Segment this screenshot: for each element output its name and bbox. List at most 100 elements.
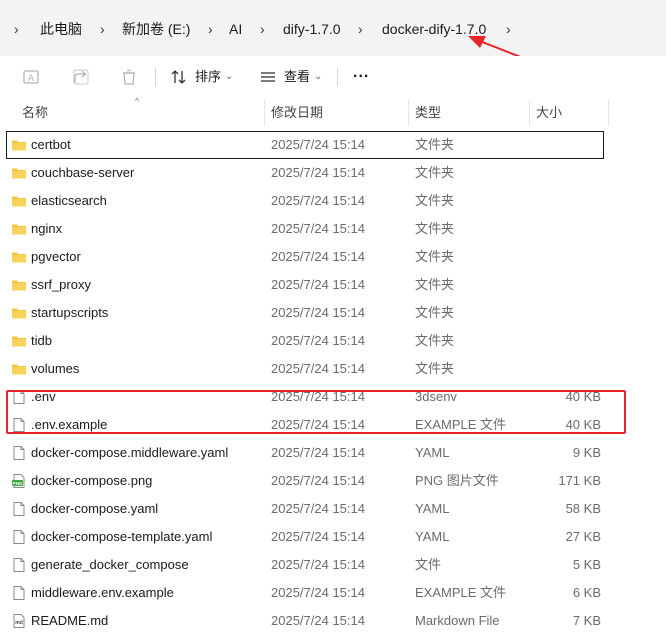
- folder-icon: [11, 305, 27, 321]
- file-row[interactable]: startupscripts 2025/7/24 15:14 文件夹: [0, 299, 610, 327]
- file-row[interactable]: md README.md 2025/7/24 15:14 Markdown File 7…: [0, 607, 610, 635]
- file-row[interactable]: docker-compose-template.yaml 2025/7/24 15…: [0, 523, 610, 551]
- svg-text:md: md: [15, 620, 23, 626]
- file-name[interactable]: README.md: [31, 607, 108, 635]
- file-type: YAML: [415, 501, 450, 516]
- file-name[interactable]: generate_docker_compose: [31, 551, 189, 579]
- file-name[interactable]: certbot: [31, 131, 71, 159]
- file-name[interactable]: pgvector: [31, 243, 81, 271]
- file-row[interactable]: ssrf_proxy 2025/7/24 15:14 文件夹: [0, 271, 610, 299]
- file-name[interactable]: tidb: [31, 327, 52, 355]
- breadcrumb-item-this-pc[interactable]: 此电脑: [40, 19, 82, 39]
- file-date: 2025/7/24 15:14: [271, 557, 365, 572]
- file-row[interactable]: couchbase-server 2025/7/24 15:14 文件夹: [0, 159, 610, 187]
- file-name[interactable]: couchbase-server: [31, 159, 134, 187]
- folder-icon: [11, 249, 27, 265]
- file-row[interactable]: elasticsearch 2025/7/24 15:14 文件夹: [0, 187, 610, 215]
- chevron-down-icon[interactable]: ⌄: [225, 68, 233, 86]
- svg-text:A: A: [28, 73, 34, 83]
- file-type: YAML: [415, 445, 450, 460]
- file-type: EXAMPLE 文件: [415, 585, 507, 600]
- column-divider[interactable]: [608, 100, 609, 126]
- file-date: 2025/7/24 15:14: [271, 137, 365, 152]
- file-name[interactable]: ssrf_proxy: [31, 271, 91, 299]
- file-name[interactable]: docker-compose.yaml: [31, 495, 158, 523]
- file-name[interactable]: docker-compose.middleware.yaml: [31, 439, 228, 467]
- md-icon: md: [11, 613, 27, 629]
- toolbar-divider: [337, 68, 338, 86]
- view-icon[interactable]: [257, 66, 279, 88]
- file-row[interactable]: nginx 2025/7/24 15:14 文件夹: [0, 215, 610, 243]
- folder-icon: [11, 165, 27, 181]
- file-date: 2025/7/24 15:14: [271, 501, 365, 516]
- file-type: 文件夹: [415, 221, 455, 236]
- file-icon: [11, 529, 27, 545]
- column-header-size[interactable]: 大小: [530, 100, 608, 126]
- file-row[interactable]: tidb 2025/7/24 15:14 文件夹: [0, 327, 610, 355]
- file-size: 5 KB: [572, 557, 601, 572]
- file-row[interactable]: certbot 2025/7/24 15:14 文件夹: [6, 131, 604, 159]
- file-date: 2025/7/24 15:14: [271, 445, 365, 460]
- file-name[interactable]: startupscripts: [31, 299, 108, 327]
- file-date: 2025/7/24 15:14: [271, 333, 365, 348]
- breadcrumb-item-ai[interactable]: AI: [229, 19, 242, 39]
- file-list: certbot 2025/7/24 15:14 文件夹 couchbase-serve…: [0, 131, 666, 635]
- more-options-button[interactable]: ...: [353, 64, 369, 82]
- chevron-right-icon[interactable]: ›: [260, 19, 265, 39]
- chevron-right-icon[interactable]: ›: [208, 19, 213, 39]
- file-name[interactable]: middleware.env.example: [31, 579, 174, 607]
- chevron-down-icon[interactable]: ⌄: [314, 68, 322, 86]
- folder-icon: [11, 277, 27, 293]
- toolbar: A 排序 ⌄ 查看 ⌄ ...: [0, 56, 666, 98]
- breadcrumb-item-dify[interactable]: dify-1.7.0: [283, 19, 341, 39]
- file-row[interactable]: docker-compose.yaml 2025/7/24 15:14 YAML 58…: [0, 495, 610, 523]
- folder-icon: [11, 193, 27, 209]
- column-header-name[interactable]: 名称: [16, 100, 264, 126]
- file-name[interactable]: docker-compose.png: [31, 467, 152, 495]
- file-row[interactable]: docker-compose.middleware.yaml 2025/7/24 …: [0, 439, 610, 467]
- file-date: 2025/7/24 15:14: [271, 165, 365, 180]
- sort-button[interactable]: 排序: [195, 68, 221, 86]
- file-type: 文件夹: [415, 277, 455, 292]
- file-type: YAML: [415, 529, 450, 544]
- file-type: 文件夹: [415, 165, 455, 180]
- file-name[interactable]: elasticsearch: [31, 187, 107, 215]
- file-date: 2025/7/24 15:14: [271, 585, 365, 600]
- sort-icon[interactable]: [168, 66, 190, 88]
- folder-icon: [11, 221, 27, 237]
- file-icon: [11, 585, 27, 601]
- file-name[interactable]: nginx: [31, 215, 62, 243]
- file-row[interactable]: middleware.env.example 2025/7/24 15:14 EXA…: [0, 579, 610, 607]
- share-icon[interactable]: [70, 66, 92, 88]
- file-date: 2025/7/24 15:14: [271, 473, 365, 488]
- file-row[interactable]: pgvector 2025/7/24 15:14 文件夹: [0, 243, 610, 271]
- breadcrumb-item-drive-e[interactable]: 新加卷 (E:): [122, 19, 190, 39]
- folder-icon: [11, 333, 27, 349]
- file-row[interactable]: volumes 2025/7/24 15:14 文件夹: [0, 355, 610, 383]
- column-header-date[interactable]: 修改日期: [265, 100, 408, 126]
- rename-icon[interactable]: A: [20, 66, 42, 88]
- file-type: 文件夹: [415, 249, 455, 264]
- annotation-highlight-box: [6, 390, 626, 434]
- file-date: 2025/7/24 15:14: [271, 529, 365, 544]
- file-row[interactable]: generate_docker_compose 2025/7/24 15:14 文件…: [0, 551, 610, 579]
- file-name[interactable]: volumes: [31, 355, 79, 383]
- folder-icon: [11, 137, 27, 153]
- chevron-right-icon[interactable]: ›: [100, 19, 105, 39]
- file-icon: [11, 557, 27, 573]
- file-date: 2025/7/24 15:14: [271, 193, 365, 208]
- view-button[interactable]: 查看: [284, 68, 310, 86]
- file-date: 2025/7/24 15:14: [271, 305, 365, 320]
- file-row[interactable]: PNG docker-compose.png 2025/7/24 15:14 PNG …: [0, 467, 610, 495]
- chevron-right-icon[interactable]: ›: [14, 19, 19, 39]
- delete-icon[interactable]: [118, 66, 140, 88]
- file-size: 7 KB: [572, 613, 601, 628]
- file-icon: [11, 501, 27, 517]
- file-date: 2025/7/24 15:14: [271, 221, 365, 236]
- column-header-type[interactable]: 类型: [409, 100, 529, 126]
- file-name[interactable]: docker-compose-template.yaml: [31, 523, 212, 551]
- file-type: 文件夹: [415, 361, 455, 376]
- file-type: 文件夹: [415, 333, 455, 348]
- chevron-right-icon[interactable]: ›: [358, 19, 363, 39]
- file-type: 文件夹: [415, 193, 455, 208]
